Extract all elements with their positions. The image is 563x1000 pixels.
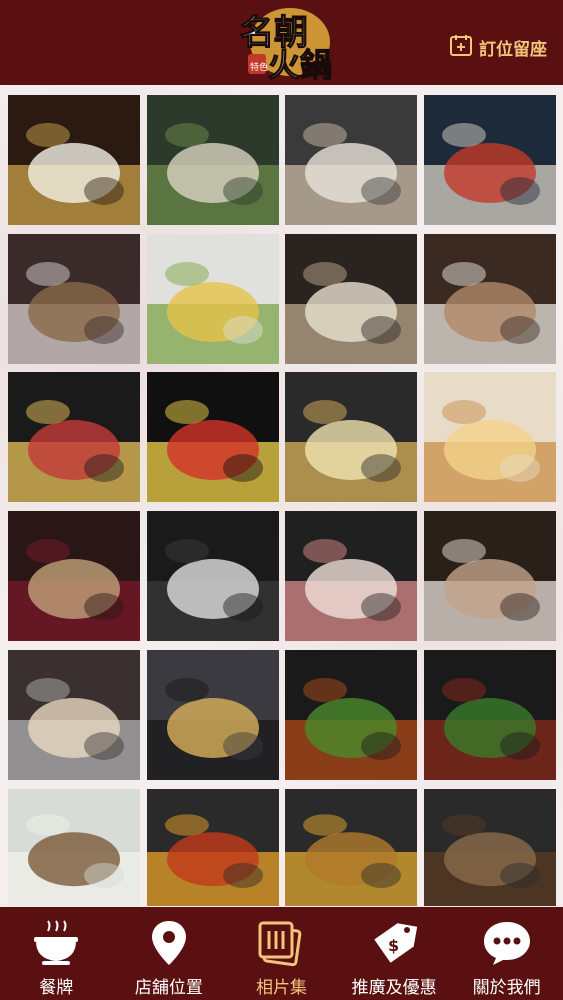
gallery-photo-sliced-meat-trays[interactable] [285, 511, 417, 641]
map-pin-icon [149, 919, 189, 967]
tab-menu-label: 餐牌 [39, 978, 74, 998]
food-tray-icon [30, 919, 82, 967]
tab-location[interactable]: 店舖位置 [113, 907, 226, 1000]
gallery-photo-creme-brulee-cups[interactable] [424, 372, 556, 502]
calendar-plus-icon [449, 33, 473, 62]
gallery-photo-cotton-candy-machine[interactable] [8, 650, 140, 780]
gallery-photo-seafood-counter[interactable] [8, 234, 140, 364]
gallery-photo-sashimi-ice-counter[interactable] [424, 234, 556, 364]
gallery-photo-buffet-bar[interactable] [285, 234, 417, 364]
photo-album-icon [256, 919, 306, 967]
svg-text:特色: 特色 [250, 61, 268, 73]
gallery-photo-chicken-soup-pot[interactable] [8, 789, 140, 906]
tab-photos-label: 相片集 [255, 978, 307, 998]
gallery-photo-tomato-soup-pot[interactable] [147, 789, 279, 906]
svg-text:火鍋: 火鍋 [268, 46, 332, 80]
tab-about-label: 關於我們 [472, 978, 541, 998]
tab-location-label: 店舖位置 [134, 978, 203, 998]
gallery-photo-dining-hall[interactable] [147, 95, 279, 225]
gallery-photo-drink-refrigerators[interactable] [424, 95, 556, 225]
tab-promotions[interactable]: $ 推廣及優惠 [338, 907, 451, 1000]
svg-text:$: $ [388, 936, 399, 955]
gallery-photo-dessert-table[interactable] [8, 372, 140, 502]
gallery-photo-vegetable-shelves[interactable] [147, 234, 279, 364]
gallery-photo-restaurant-logo-wall[interactable] [8, 95, 140, 225]
tab-about[interactable]: 關於我們 [450, 907, 563, 1000]
top-header: 名朝 火鍋 特色 訂位留座 [0, 0, 563, 85]
gallery-photo-meat-display-counter[interactable] [285, 95, 417, 225]
price-tag-icon: $ [368, 919, 420, 967]
gallery-photo-menu-cards[interactable] [147, 650, 279, 780]
booking-label: 訂位留座 [479, 40, 547, 60]
tab-promotions-label: 推廣及優惠 [351, 978, 437, 998]
bottom-tab-bar: 餐牌 店舖位置 相片集 $ 推廣及優惠 關於我們 [0, 907, 563, 1000]
tab-photos[interactable]: 相片集 [225, 907, 338, 1000]
gallery-photo-herbal-soup-pot[interactable] [424, 789, 556, 906]
tab-menu[interactable]: 餐牌 [0, 907, 113, 1000]
brand-logo: 名朝 火鍋 特色 [232, 4, 333, 85]
chat-bubble-icon [481, 919, 533, 967]
gallery-photo-cranberry-cake[interactable] [8, 511, 140, 641]
gallery-photo-pudding-cups[interactable] [147, 372, 279, 502]
booking-button[interactable]: 訂位留座 [449, 33, 547, 62]
gallery-photo-food-station[interactable] [424, 511, 556, 641]
gallery-photo-layered-cake[interactable] [285, 372, 417, 502]
gallery-photo-stir-fry-pot[interactable] [424, 650, 556, 780]
gallery-photo-spicy-chicken-pot[interactable] [285, 650, 417, 780]
gallery-photo-golden-broth-pot[interactable] [285, 789, 417, 906]
gallery-photo-sauce-station[interactable] [147, 511, 279, 641]
